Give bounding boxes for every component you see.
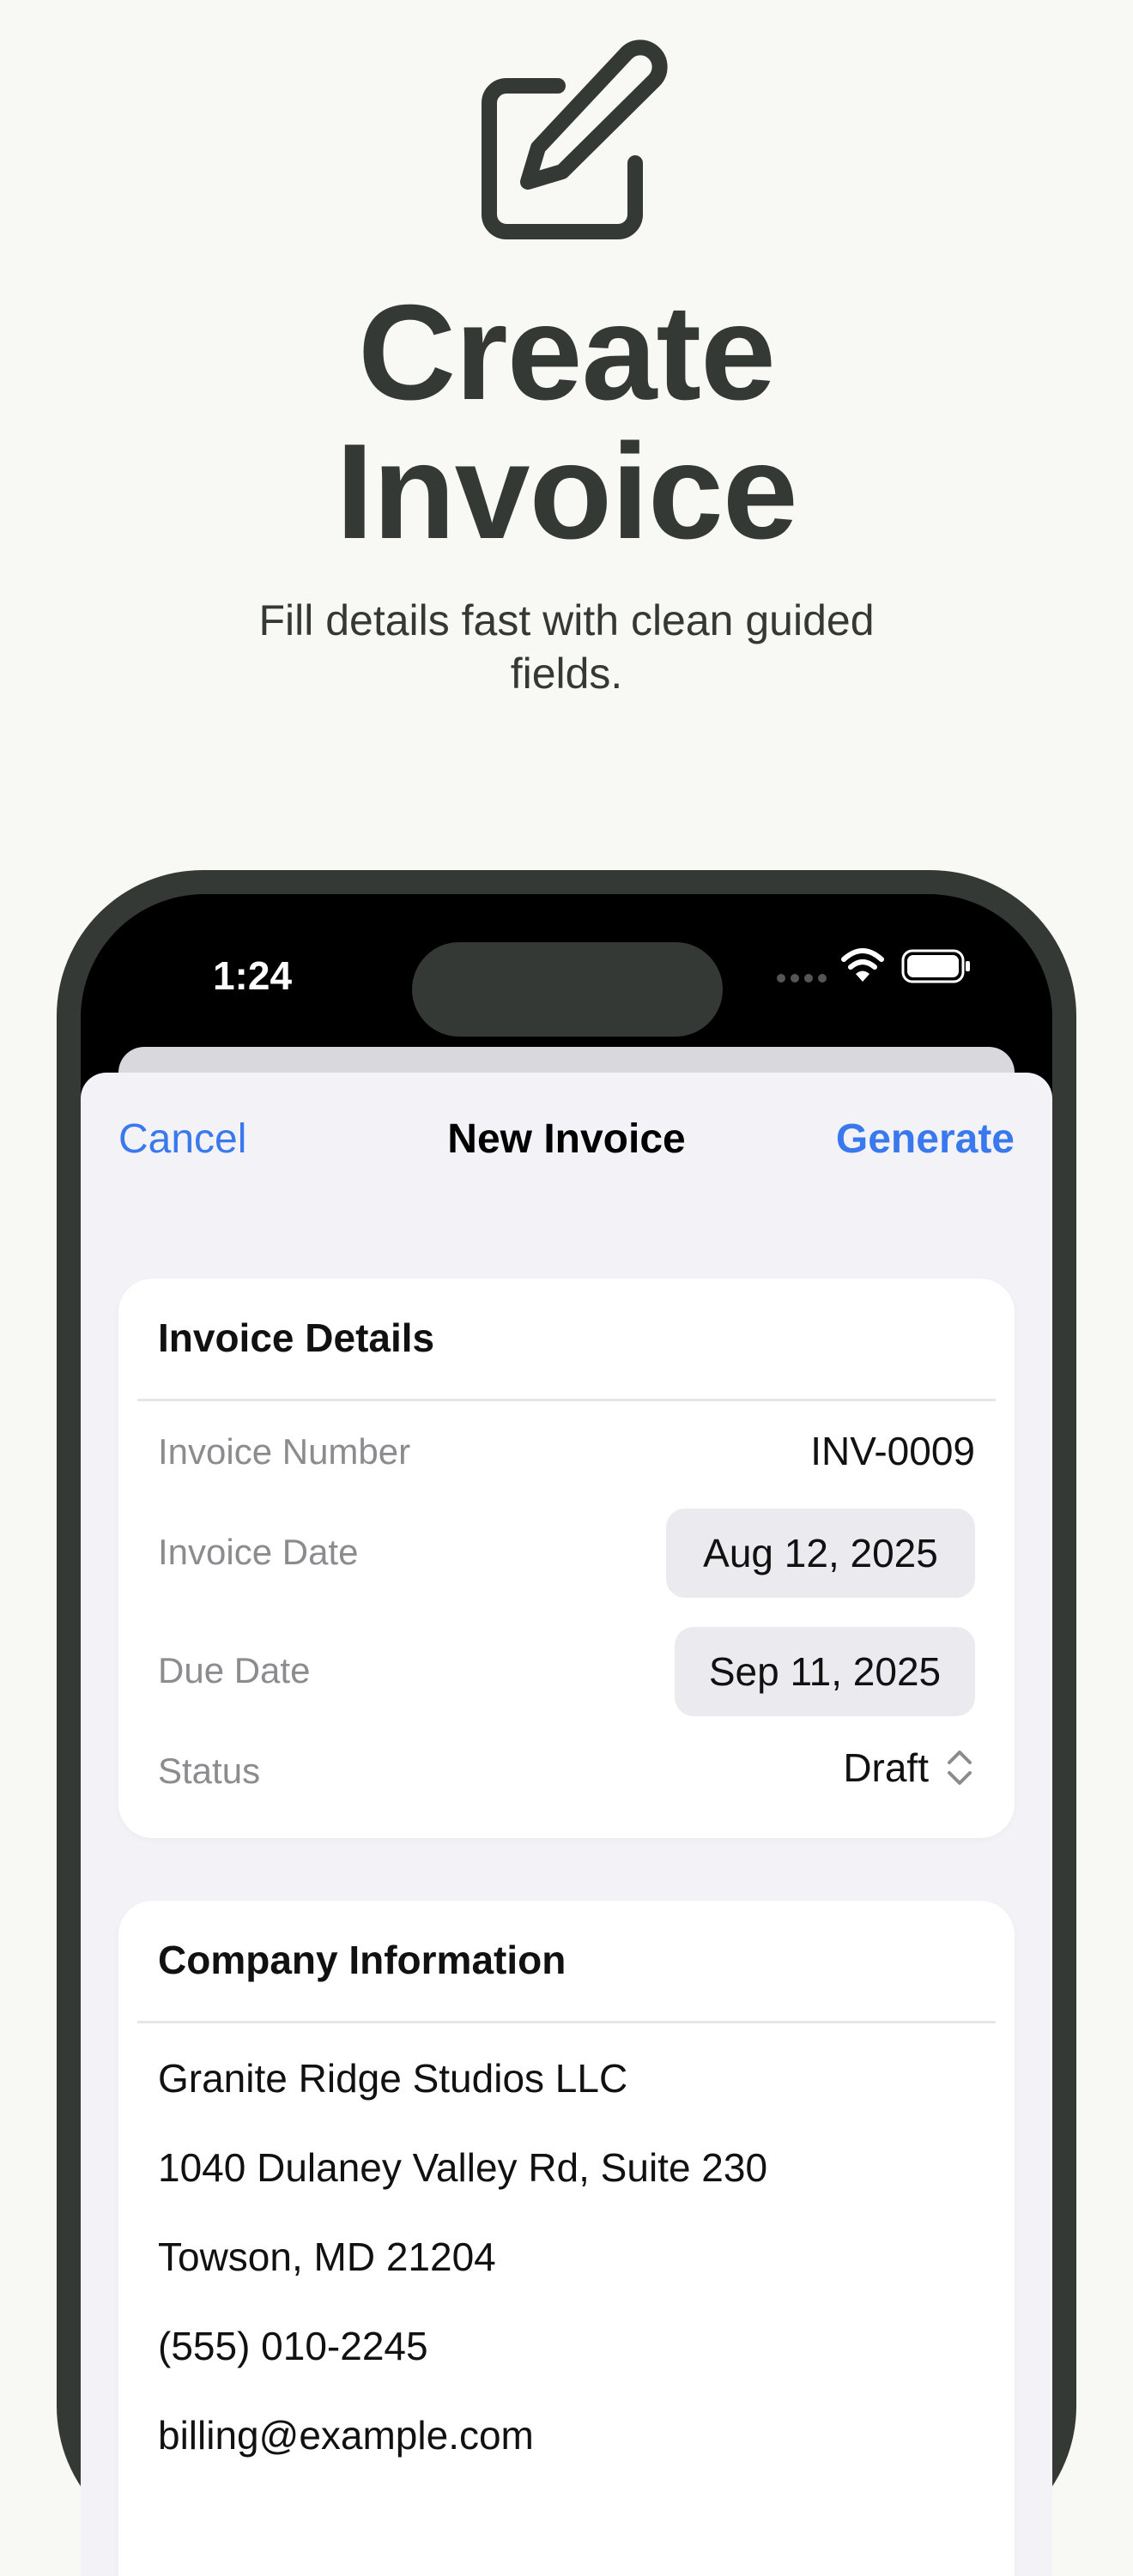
due-date-picker[interactable]: Sep 11, 2025	[675, 1627, 975, 1716]
divider	[137, 1399, 996, 1401]
edit-pencil-icon	[455, 34, 678, 257]
status-time: 1:24	[212, 953, 293, 998]
status-select[interactable]: Draft	[843, 1745, 975, 1791]
invoice-number-value[interactable]: INV-0009	[810, 1428, 975, 1474]
company-phone-field[interactable]: (555) 010-2245	[158, 2323, 428, 2369]
hero-subtitle-line-2: fields.	[510, 650, 623, 698]
status-label: Status	[158, 1751, 261, 1791]
generate-button[interactable]: Generate	[836, 1116, 1015, 1163]
hero-subtitle-line-1: Fill details fast with clean guided	[258, 596, 875, 644]
battery-icon	[901, 949, 972, 983]
sheet-title: New Invoice	[447, 1116, 686, 1162]
company-city-state-field[interactable]: Towson, MD 21204	[158, 2234, 496, 2280]
invoice-number-label: Invoice Number	[158, 1431, 411, 1472]
signal-icon	[776, 970, 829, 987]
phone-frame: 1:24 Cancel New Invoice Generate Invoice…	[57, 870, 1076, 2576]
chevron-up-down-icon	[944, 1745, 975, 1790]
invoice-date-picker[interactable]: Aug 12, 2025	[666, 1509, 975, 1598]
company-address-line1-field[interactable]: 1040 Dulaney Valley Rd, Suite 230	[158, 2144, 767, 2191]
wifi-icon	[841, 947, 884, 985]
status-value: Draft	[843, 1745, 929, 1790]
dynamic-island	[412, 942, 723, 1037]
invoice-details-title: Invoice Details	[158, 1315, 435, 1360]
company-information-card: Company Information Granite Ridge Studio…	[118, 1901, 1015, 2576]
hero-title-line-2: Invoice	[336, 416, 797, 567]
due-date-label: Due Date	[158, 1650, 311, 1690]
hero-title-line-1: Create	[358, 277, 776, 428]
phone-screen: 1:24 Cancel New Invoice Generate Invoice…	[81, 894, 1052, 2576]
company-email-field[interactable]: billing@example.com	[158, 2412, 534, 2458]
hero-subtitle: Fill details fast with clean guided fiel…	[223, 594, 910, 700]
new-invoice-sheet: Cancel New Invoice Generate Invoice Deta…	[81, 1073, 1052, 2576]
hero-title: Create Invoice	[0, 283, 1133, 561]
invoice-details-card: Invoice Details Invoice Number INV-0009 …	[118, 1279, 1015, 1838]
company-name-field[interactable]: Granite Ridge Studios LLC	[158, 2055, 627, 2101]
company-information-title: Company Information	[158, 1938, 566, 1982]
divider	[137, 2021, 996, 2023]
cancel-button[interactable]: Cancel	[118, 1116, 246, 1163]
invoice-date-label: Invoice Date	[158, 1532, 359, 1572]
